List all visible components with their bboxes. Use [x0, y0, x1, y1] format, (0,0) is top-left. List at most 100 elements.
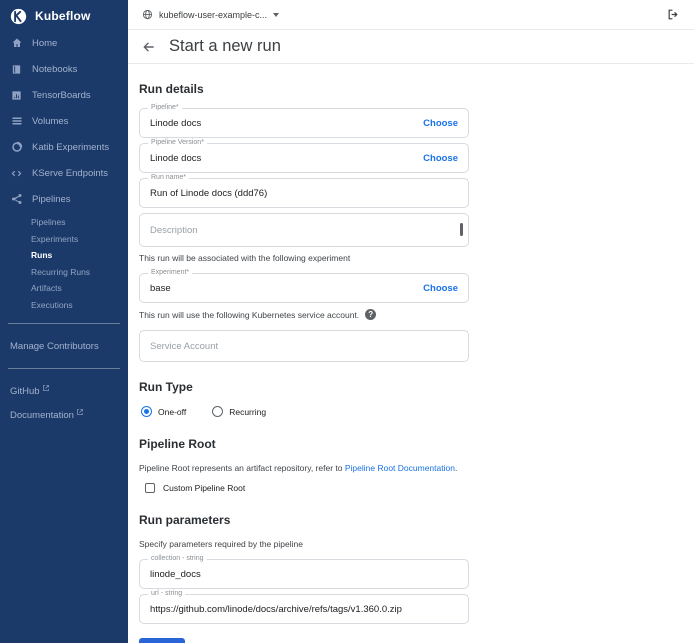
namespace-label: kubeflow-user-example-c...: [159, 10, 267, 20]
sidebar: Kubeflow Home Notebooks TensorBoards: [0, 0, 128, 643]
back-arrow-icon: [142, 40, 156, 54]
pipeline-field[interactable]: Pipeline* Linode docs Choose: [139, 108, 469, 138]
sidebar-item-notebooks[interactable]: Notebooks: [0, 56, 128, 82]
pipeline-root-description: Pipeline Root represents an artifact rep…: [139, 463, 469, 473]
service-account-note: This run will use the following Kubernet…: [139, 309, 469, 320]
form-actions: Start Cancel: [139, 638, 469, 643]
pipeline-root-text-end: .: [455, 463, 457, 473]
main-area: kubeflow-user-example-c... Start a new r…: [128, 0, 694, 643]
github-label: GitHub: [10, 386, 40, 397]
run-name-field-value: Run of Linode docs (ddd76): [150, 188, 458, 199]
sidebar-item-label: Pipelines: [32, 194, 71, 205]
app-window: Kubeflow Home Notebooks TensorBoards: [0, 0, 694, 643]
endpoints-icon: [10, 167, 23, 180]
subnav-label: Recurring Runs: [31, 267, 90, 277]
experiment-field[interactable]: Experiment* base Choose: [139, 273, 469, 303]
param-collection-label: collection - string: [148, 555, 207, 562]
resize-handle[interactable]: [460, 223, 463, 236]
param-collection-field[interactable]: collection - string linode_docs: [139, 559, 469, 589]
run-type-options: One-off Recurring: [141, 406, 469, 417]
manage-contributors-label: Manage Contributors: [10, 341, 99, 352]
documentation-label: Documentation: [10, 410, 74, 421]
subnav-label: Pipelines: [31, 217, 66, 227]
run-parameters-heading: Run parameters: [139, 513, 469, 527]
service-account-note-text: This run will use the following Kubernet…: [139, 310, 359, 320]
namespace-selector[interactable]: kubeflow-user-example-c...: [142, 9, 279, 20]
description-field[interactable]: Description: [139, 213, 469, 247]
sidebar-item-kserve-endpoints[interactable]: KServe Endpoints: [0, 160, 128, 186]
sidebar-item-tensorboards[interactable]: TensorBoards: [0, 82, 128, 108]
logout-button[interactable]: [667, 8, 680, 21]
katib-icon: [10, 141, 23, 154]
pipeline-version-field-value: Linode docs: [150, 153, 415, 164]
topbar: kubeflow-user-example-c...: [128, 0, 694, 30]
help-icon[interactable]: ?: [365, 309, 376, 320]
sidebar-item-volumes[interactable]: Volumes: [0, 108, 128, 134]
manage-contributors-link[interactable]: Manage Contributors: [0, 334, 128, 358]
description-placeholder: Description: [150, 225, 458, 236]
experiment-note: This run will be associated with the fol…: [139, 253, 469, 263]
page-header: Start a new run: [128, 30, 694, 64]
pipeline-field-value: Linode docs: [150, 118, 415, 129]
subnav-label: Executions: [31, 300, 73, 310]
subnav-item-artifacts[interactable]: Artifacts: [0, 280, 128, 297]
param-url-value: https://github.com/linode/docs/archive/r…: [150, 604, 458, 615]
sidebar-item-label: TensorBoards: [32, 90, 91, 101]
subnav-item-pipelines[interactable]: Pipelines: [0, 214, 128, 231]
run-name-field[interactable]: Run name* Run of Linode docs (ddd76): [139, 178, 469, 208]
param-url-field[interactable]: url - string https://github.com/linode/d…: [139, 594, 469, 624]
subnav-label: Runs: [31, 250, 52, 260]
tensorboard-icon: [10, 89, 23, 102]
back-button[interactable]: [142, 40, 156, 54]
start-button[interactable]: Start: [139, 638, 185, 643]
radio-recurring-label: Recurring: [229, 407, 266, 417]
custom-pipeline-root-checkbox-row[interactable]: Custom Pipeline Root: [145, 483, 469, 493]
subnav-item-executions[interactable]: Executions: [0, 297, 128, 314]
github-link[interactable]: GitHub: [0, 379, 128, 403]
param-url-label: url - string: [148, 590, 185, 597]
pipeline-root-heading: Pipeline Root: [139, 437, 469, 451]
documentation-link[interactable]: Documentation: [0, 403, 128, 427]
sidebar-item-pipelines[interactable]: Pipelines: [0, 186, 128, 212]
pipeline-version-field[interactable]: Pipeline Version* Linode docs Choose: [139, 143, 469, 173]
experiment-field-label: Experiment*: [148, 269, 192, 276]
external-link-icon: [77, 409, 83, 415]
pipeline-root-text: Pipeline Root represents an artifact rep…: [139, 463, 345, 473]
volumes-icon: [10, 115, 23, 128]
kubeflow-logo: Kubeflow: [0, 0, 128, 30]
chevron-down-icon: [273, 13, 279, 17]
run-type-heading: Run Type: [139, 380, 469, 394]
subnav-item-recurring-runs[interactable]: Recurring Runs: [0, 264, 128, 281]
home-icon: [10, 37, 23, 50]
pipeline-choose-button[interactable]: Choose: [423, 118, 458, 129]
subnav-label: Experiments: [31, 234, 78, 244]
radio-one-off-label: One-off: [158, 407, 186, 417]
sidebar-divider: [8, 323, 120, 324]
sidebar-item-label: Katib Experiments: [32, 142, 109, 153]
pipelines-subnav: Pipelines Experiments Runs Recurring Run…: [0, 214, 128, 313]
radio-one-off[interactable]: One-off: [141, 406, 186, 417]
run-name-field-label: Run name*: [148, 174, 189, 181]
sidebar-item-label: KServe Endpoints: [32, 168, 108, 179]
sidebar-item-katib-experiments[interactable]: Katib Experiments: [0, 134, 128, 160]
checkbox-unchecked-icon[interactable]: [145, 483, 155, 493]
subnav-item-runs-active[interactable]: Runs: [0, 247, 128, 264]
kubeflow-logo-icon: [10, 8, 27, 25]
pipeline-version-choose-button[interactable]: Choose: [423, 153, 458, 164]
sidebar-nav: Home Notebooks TensorBoards Volumes: [0, 30, 128, 427]
subnav-item-experiments[interactable]: Experiments: [0, 231, 128, 248]
pipeline-root-doc-link[interactable]: Pipeline Root Documentation: [345, 463, 455, 473]
sidebar-item-home[interactable]: Home: [0, 30, 128, 56]
logout-icon: [667, 8, 680, 21]
pipelines-icon: [10, 193, 23, 206]
experiment-field-value: base: [150, 283, 415, 294]
service-account-placeholder: Service Account: [150, 341, 458, 352]
run-parameters-note: Specify parameters required by the pipel…: [139, 539, 469, 549]
radio-recurring[interactable]: Recurring: [212, 406, 266, 417]
radio-selected-icon: [141, 406, 152, 417]
app-title: Kubeflow: [35, 9, 91, 23]
experiment-choose-button[interactable]: Choose: [423, 283, 458, 294]
external-link-icon: [43, 385, 49, 391]
service-account-field[interactable]: Service Account: [139, 330, 469, 362]
form-content: Run details Pipeline* Linode docs Choose…: [128, 64, 694, 643]
